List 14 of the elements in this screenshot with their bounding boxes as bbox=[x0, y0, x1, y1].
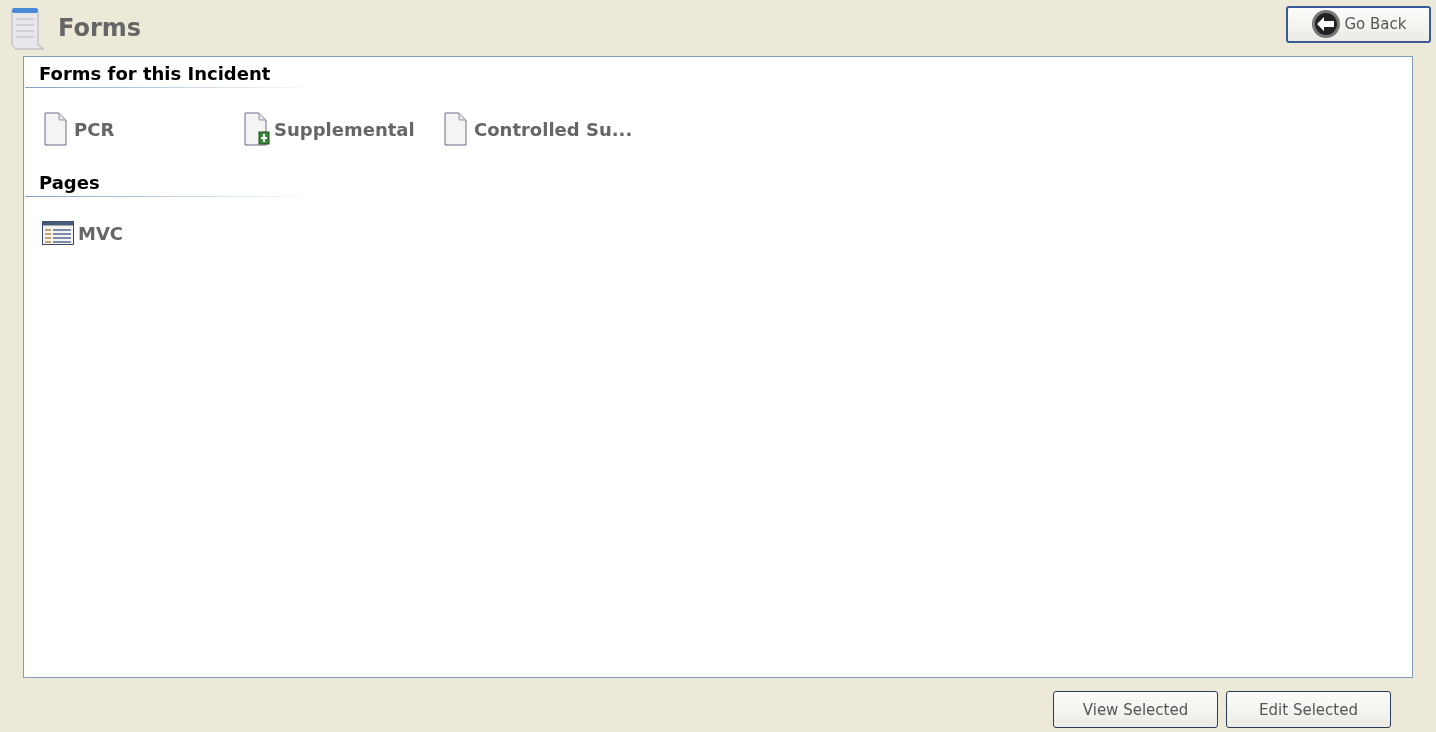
form-item[interactable]: PCR bbox=[74, 118, 115, 140]
edit-selected-button[interactable]: Edit Selected bbox=[1226, 691, 1391, 728]
document-plus-icon bbox=[242, 112, 270, 146]
form-item[interactable]: Supplemental bbox=[274, 118, 415, 140]
document-icon bbox=[42, 112, 70, 146]
document-icon bbox=[442, 112, 470, 146]
go-back-button[interactable]: Go Back bbox=[1286, 5, 1431, 43]
form-item[interactable]: Controlled Su... bbox=[474, 118, 633, 140]
page-item[interactable]: MVC bbox=[78, 222, 124, 244]
table-page-icon bbox=[42, 221, 74, 245]
section-heading: Pages bbox=[39, 172, 101, 194]
section-heading: Forms for this Incident bbox=[39, 63, 272, 85]
view-selected-button[interactable]: View Selected bbox=[1053, 691, 1218, 728]
page-title: Forms bbox=[58, 14, 142, 42]
